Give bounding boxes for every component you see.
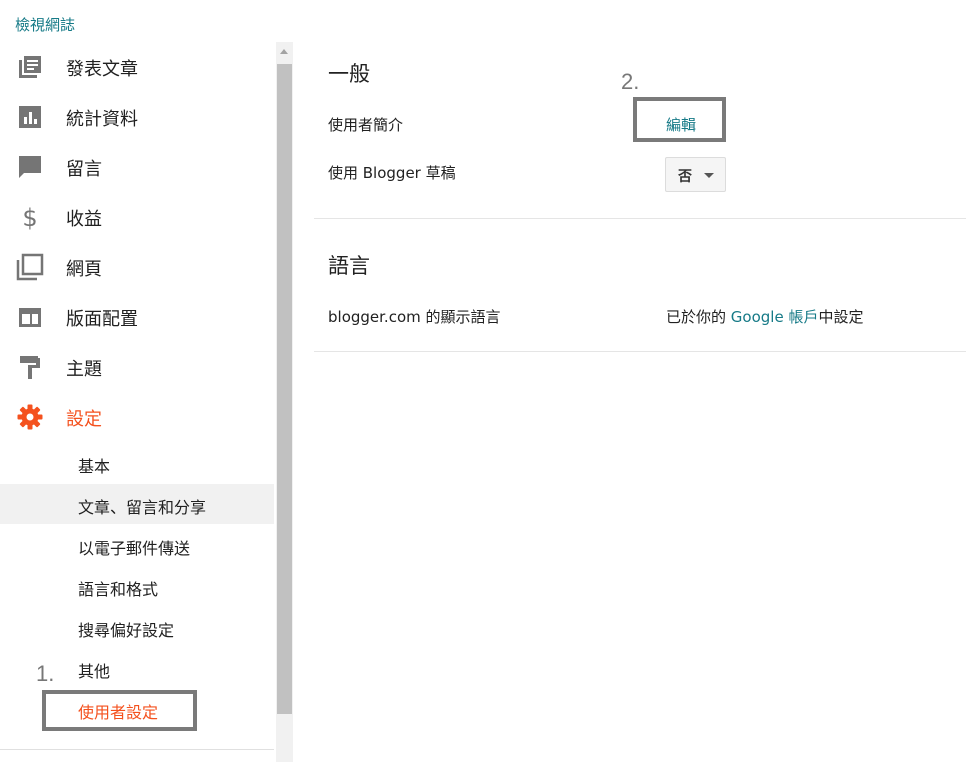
dollar-icon: $	[22, 204, 37, 231]
sub-item-label: 搜尋偏好設定	[78, 621, 175, 640]
view-blog-link[interactable]: 檢視網誌	[15, 14, 75, 35]
scroll-up-arrow-icon[interactable]	[276, 42, 293, 62]
comments-icon	[19, 156, 41, 178]
theme-icon	[20, 356, 40, 379]
svg-text:$: $	[22, 204, 37, 231]
blogger-draft-select[interactable]: 否	[665, 157, 726, 192]
sub-item-search-preferences[interactable]: 搜尋偏好設定	[0, 607, 274, 647]
sidebar-divider	[0, 749, 274, 750]
section-title-general: 一般	[328, 62, 370, 86]
sidebar-item-pages[interactable]: 網頁	[0, 247, 274, 287]
value-suffix: 中設定	[818, 308, 864, 326]
sidebar-item-label: 留言	[66, 159, 102, 180]
sub-item-label: 其他	[78, 662, 111, 681]
sub-item-label: 文章、留言和分享	[78, 498, 207, 517]
scroll-thumb[interactable]	[277, 64, 292, 714]
sidebar-item-layout[interactable]: 版面配置	[0, 297, 274, 337]
layout-icon	[19, 308, 41, 327]
sidebar-scrollbar[interactable]	[276, 42, 293, 762]
sub-item-posts-comments-sharing[interactable]: 文章、留言和分享	[0, 484, 274, 524]
sub-item-language-format[interactable]: 語言和格式	[0, 566, 274, 606]
sidebar-item-label: 主題	[66, 359, 102, 380]
section-divider	[314, 218, 966, 219]
sidebar-item-earnings[interactable]: $ 收益	[0, 197, 274, 237]
step-1-annotation: 1.	[36, 661, 55, 686]
sub-item-email[interactable]: 以電子郵件傳送	[0, 525, 274, 565]
sidebar-item-posts[interactable]: 發表文章	[0, 47, 274, 87]
stats-icon	[19, 106, 41, 128]
step-2-annotation: 2.	[621, 69, 640, 94]
sub-item-basic[interactable]: 基本	[0, 443, 274, 483]
chevron-down-icon	[704, 173, 714, 178]
user-profile-label: 使用者簡介	[328, 116, 404, 134]
posts-icon	[19, 56, 41, 78]
step-1-highlight-box	[42, 690, 197, 731]
sidebar: 發表文章 統計資料 留言 $ 收益 網頁 版面配置 主題 設定 基本 文章、留言…	[0, 40, 274, 762]
google-account-link[interactable]: Google 帳戶	[731, 308, 819, 326]
section-divider	[314, 351, 966, 352]
gear-icon	[17, 404, 43, 430]
select-value: 否	[678, 169, 692, 185]
section-title-language: 語言	[328, 254, 370, 278]
blogger-draft-label: 使用 Blogger 草稿	[328, 164, 456, 182]
sub-item-label: 語言和格式	[78, 580, 159, 599]
sidebar-item-theme[interactable]: 主題	[0, 347, 274, 387]
sub-item-label: 以電子郵件傳送	[78, 539, 191, 558]
display-language-value: 已於你的 Google 帳戶中設定	[666, 306, 863, 327]
sidebar-item-label: 設定	[66, 409, 102, 430]
display-language-label: blogger.com 的顯示語言	[328, 308, 501, 326]
sidebar-item-label: 版面配置	[66, 309, 138, 330]
sidebar-item-label: 統計資料	[66, 109, 138, 130]
sidebar-item-stats[interactable]: 統計資料	[0, 97, 274, 137]
sidebar-item-comments[interactable]: 留言	[0, 147, 274, 187]
sub-item-label: 基本	[78, 457, 111, 476]
sidebar-item-settings[interactable]: 設定	[0, 397, 274, 437]
edit-profile-link[interactable]: 編輯	[666, 114, 696, 135]
value-prefix: 已於你的	[666, 308, 727, 326]
pages-icon	[16, 253, 44, 281]
sidebar-item-label: 網頁	[66, 259, 102, 280]
sidebar-item-label: 收益	[66, 209, 102, 230]
sidebar-item-label: 發表文章	[66, 59, 138, 80]
